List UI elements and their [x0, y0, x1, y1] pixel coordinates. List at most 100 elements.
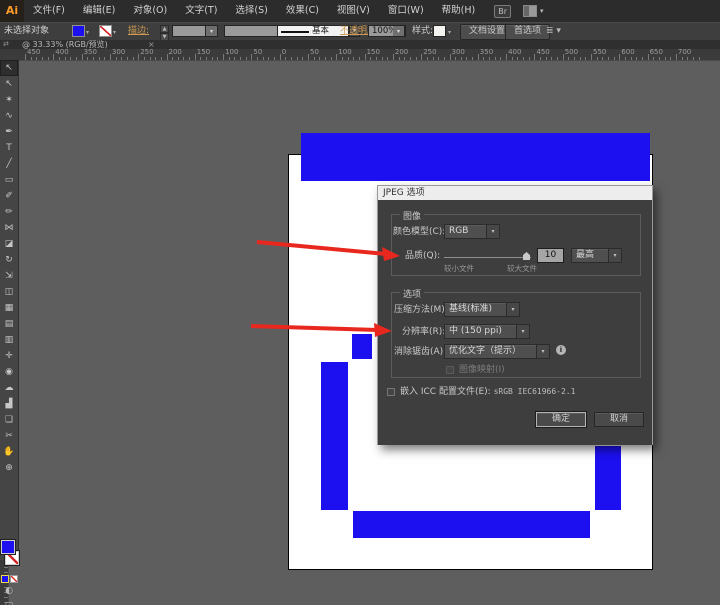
ruler-tick [591, 54, 592, 60]
quality-slider[interactable] [444, 249, 531, 263]
menu-item-0[interactable]: 文件(F) [24, 0, 74, 22]
menu-item-8[interactable]: 帮助(H) [433, 0, 485, 22]
preferences-button[interactable]: 首选项 [505, 24, 550, 40]
menu-item-2[interactable]: 对象(O) [124, 0, 176, 22]
ruler-label: 350 [480, 49, 493, 56]
gradient-tool-icon[interactable]: ▥ [0, 332, 18, 348]
color-model-dropdown[interactable]: RGB ▾ [444, 224, 500, 239]
dialog-body: 图像 颜色模型(C): RGB ▾ 品质(Q): 10 最高 ▾ 较小文件 较大… [378, 200, 652, 445]
fill-swatch[interactable] [1, 540, 15, 554]
ruler-tick [382, 57, 383, 60]
ruler-tick [42, 57, 43, 60]
blue-rectangle-bottom[interactable] [353, 511, 590, 538]
direct-selection-tool-icon[interactable]: ↖ [0, 76, 18, 92]
blue-rectangle-right[interactable] [595, 446, 621, 510]
close-icon[interactable]: × [148, 40, 155, 49]
ok-button[interactable]: 确定 [536, 412, 586, 427]
menu-item-4[interactable]: 选择(S) [226, 0, 276, 22]
panel-menu-icon[interactable]: ≣ ▾ [546, 27, 561, 36]
paintbrush-tool-icon[interactable]: ✐ [0, 188, 18, 204]
bridge-icon[interactable]: Br [494, 5, 511, 18]
eraser-tool-icon[interactable]: ◪ [0, 236, 18, 252]
hand-tool-icon[interactable]: ✋ [0, 444, 18, 460]
none-button[interactable] [10, 575, 18, 583]
lasso-tool-icon[interactable]: ∿ [0, 108, 18, 124]
rotate-tool-icon[interactable]: ↻ [0, 252, 18, 268]
ruler-tick [25, 54, 26, 60]
ruler-tick [540, 57, 541, 60]
ruler-tick [229, 57, 230, 60]
drawing-mode-icon[interactable]: ◐ [0, 586, 18, 596]
scale-tool-icon[interactable]: ⇲ [0, 268, 18, 284]
ruler-tick [144, 57, 145, 60]
ruler-tick [551, 57, 552, 60]
tab-scroll-icon[interactable]: ⇄ [3, 40, 9, 49]
ruler-label: 150 [367, 49, 380, 56]
graphic-style-swatch[interactable] [433, 25, 446, 37]
blue-square[interactable] [352, 334, 372, 359]
symbol-sprayer-tool-icon[interactable]: ☁ [0, 380, 18, 396]
pen-tool-icon[interactable]: ✒ [0, 124, 18, 140]
ruler-tick [325, 57, 326, 60]
stroke-weight-combo[interactable]: ▾ [172, 25, 218, 37]
stroke-weight-stepper[interactable]: ▲▼ [160, 25, 169, 37]
chevron-down-icon[interactable]: ▾ [86, 29, 89, 36]
blue-rectangle-left[interactable] [321, 362, 348, 510]
ruler-tick [427, 57, 428, 60]
quality-preset-dropdown[interactable]: 最高 ▾ [571, 248, 622, 263]
zoom-tool-icon[interactable]: ⊕ [0, 460, 18, 476]
info-icon[interactable]: i [556, 345, 566, 355]
menu-item-6[interactable]: 视图(V) [328, 0, 379, 22]
ruler-tick [274, 57, 275, 60]
document-tab[interactable]: @ 33.33% (RGB/预览) [18, 40, 112, 49]
width-tool-icon[interactable]: ⋈ [0, 220, 18, 236]
brush-definition-combo[interactable]: 基本 [277, 25, 349, 37]
shape-builder-tool-icon[interactable]: ◫ [0, 284, 18, 300]
stepper-up-icon[interactable]: ▲ [160, 25, 169, 33]
image-group-legend: 图像 [400, 209, 424, 222]
chevron-down-icon: ▾ [608, 249, 621, 262]
menu-item-3[interactable]: 文字(T) [176, 0, 226, 22]
slice-tool-icon[interactable]: ✂ [0, 428, 18, 444]
icc-profile-label: 嵌入 ICC 配置文件(E): sRGB IEC61966-2.1 [400, 386, 575, 398]
column-graph-tool-icon[interactable]: ▟ [0, 396, 18, 412]
artboard-tool-icon[interactable]: ❏ [0, 412, 18, 428]
image-map-checkbox[interactable] [446, 366, 454, 374]
menu-item-5[interactable]: 效果(C) [277, 0, 328, 22]
icc-profile-checkbox[interactable] [387, 388, 395, 396]
cancel-button[interactable]: 取消 [594, 412, 644, 427]
smaller-file-label: 较小文件 [444, 264, 474, 273]
magic-wand-tool-icon[interactable]: ✶ [0, 92, 18, 108]
chevron-down-icon[interactable]: ▾ [448, 29, 451, 36]
screen-mode-icon[interactable]: ▢ [0, 601, 18, 605]
antialias-dropdown[interactable]: 优化文字（提示） ▾ [444, 344, 550, 359]
chevron-down-icon[interactable]: ▾ [113, 29, 116, 36]
type-tool-icon[interactable]: T [0, 140, 18, 156]
icc-profile-value: sRGB IEC61966-2.1 [494, 387, 576, 396]
blue-rectangle-top[interactable] [301, 133, 650, 181]
ruler-tick [614, 57, 615, 60]
resolution-dropdown[interactable]: 中 (150 ppi) ▾ [444, 324, 530, 339]
quality-value-input[interactable]: 10 [537, 248, 564, 263]
rectangle-tool-icon[interactable]: ▭ [0, 172, 18, 188]
slider-handle[interactable] [523, 252, 530, 260]
stroke-color-swatch[interactable] [99, 25, 112, 37]
fill-color-swatch[interactable] [72, 25, 85, 37]
menu-item-1[interactable]: 编辑(E) [74, 0, 124, 22]
opacity-caret[interactable]: ▾ [394, 25, 405, 37]
ruler-tick [280, 54, 281, 60]
pencil-tool-icon[interactable]: ✏ [0, 204, 18, 220]
workspace-switcher[interactable]: ▾ [523, 5, 544, 17]
blend-tool-icon[interactable]: ◉ [0, 364, 18, 380]
line-segment-tool-icon[interactable]: ╱ [0, 156, 18, 172]
ruler-tick [444, 57, 445, 60]
color-button[interactable] [1, 575, 9, 583]
perspective-grid-tool-icon[interactable]: ▦ [0, 300, 18, 316]
selection-tool-icon[interactable]: ↖ [0, 60, 18, 76]
stroke-label[interactable]: 描边: [128, 22, 149, 40]
menu-item-7[interactable]: 窗口(W) [379, 0, 433, 22]
ruler-tick [99, 57, 100, 60]
eyedropper-tool-icon[interactable]: ✛ [0, 348, 18, 364]
compression-dropdown[interactable]: 基线(标准) ▾ [444, 302, 520, 317]
mesh-tool-icon[interactable]: ▤ [0, 316, 18, 332]
